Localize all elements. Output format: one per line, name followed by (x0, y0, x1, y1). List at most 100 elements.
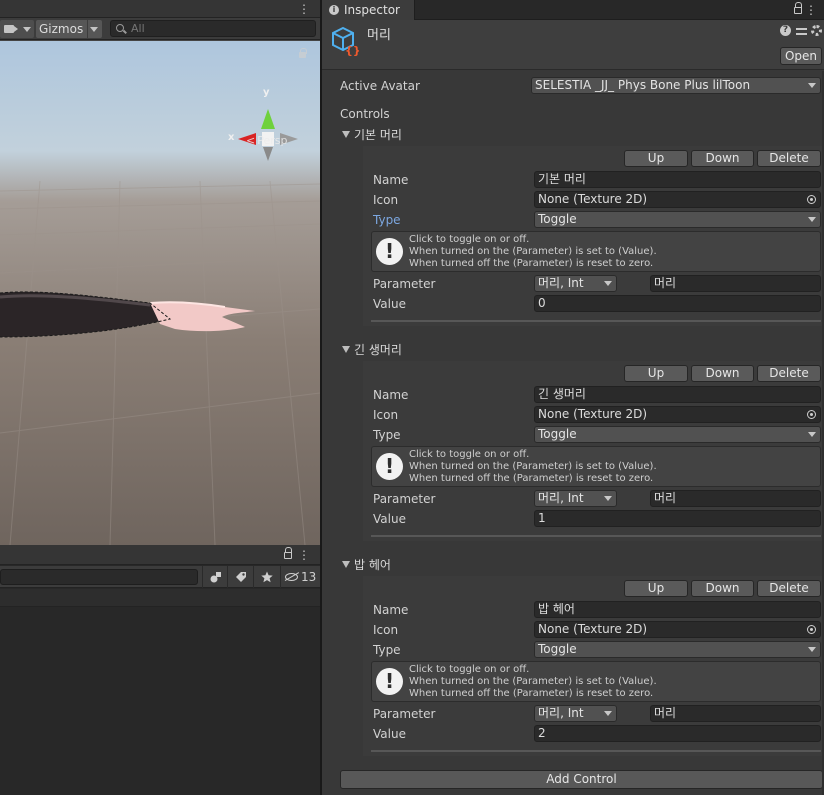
parameter-dropdown[interactable]: 머리, Int (534, 275, 617, 292)
object-picker-icon[interactable] (807, 625, 816, 634)
control-foldout[interactable]: 긴 생머리 (342, 341, 402, 358)
control-item: Up Down Delete Name 긴 생머리 Icon None (Tex… (363, 361, 823, 541)
more-options-icon[interactable]: ⋮ (298, 0, 310, 18)
move-up-button[interactable]: Up (624, 365, 688, 382)
parameter-dropdown[interactable]: 머리, Int (534, 705, 617, 722)
add-control-button[interactable]: Add Control (340, 770, 823, 789)
hierarchy-toolbar: 13 (0, 566, 320, 588)
chevron-down-icon (23, 27, 31, 32)
value-label: Value (373, 727, 406, 741)
orientation-gizmo[interactable]: y x (228, 87, 300, 163)
help-text: Click to toggle on or off. When turned on… (409, 449, 657, 484)
svg-text:{}: {} (345, 44, 359, 56)
move-up-button[interactable]: Up (624, 580, 688, 597)
scene-panel: ⋮ Gizmos All y x < Persp (0, 0, 320, 545)
lock-icon[interactable] (284, 547, 292, 559)
delete-button[interactable]: Delete (757, 365, 821, 382)
chevron-down-icon (808, 83, 816, 88)
chevron-down-icon (808, 432, 816, 437)
type-dropdown[interactable]: Toggle (534, 211, 821, 228)
gizmo-axes[interactable] (228, 89, 300, 163)
scene-visibility-button[interactable] (202, 566, 227, 588)
type-dropdown[interactable]: Toggle (534, 641, 821, 658)
hidden-objects-toggle[interactable]: 13 (280, 566, 320, 588)
controls-heading: Controls (340, 107, 390, 121)
list-item[interactable] (0, 589, 320, 607)
control-item: Up Down Delete Name 기본 머리 Icon None (Tex… (363, 146, 823, 326)
name-label: Name (373, 173, 409, 187)
move-down-button[interactable]: Down (691, 580, 754, 597)
icon-object-field[interactable]: None (Texture 2D) (534, 406, 821, 423)
name-label: Name (373, 603, 409, 617)
help-box: ! Click to toggle on or off. When turned … (371, 231, 821, 272)
help-box: ! Click to toggle on or off. When turned … (371, 446, 821, 487)
chevron-down-icon (808, 217, 816, 222)
delete-button[interactable]: Delete (757, 580, 821, 597)
name-field[interactable]: 긴 생머리 (534, 386, 821, 403)
parameter-dropdown[interactable]: 머리, Int (534, 490, 617, 507)
foldout-arrow-icon[interactable] (342, 561, 350, 568)
name-field[interactable]: 기본 머리 (534, 171, 821, 188)
lock-icon[interactable] (794, 2, 802, 14)
type-dropdown[interactable]: Toggle (534, 426, 821, 443)
camera-settings-button[interactable] (0, 20, 34, 38)
hierarchy-panel: ⋮ 13 (0, 545, 320, 795)
help-text: Click to toggle on or off. When turned on… (409, 234, 657, 269)
object-picker-icon[interactable] (807, 195, 816, 204)
tag-icon (236, 572, 246, 582)
icon-object-field[interactable]: None (Texture 2D) (534, 621, 821, 638)
value-field[interactable]: 1 (534, 510, 821, 527)
tab-inspector[interactable]: i Inspector (322, 0, 415, 20)
name-field[interactable]: 밥 헤어 (534, 601, 821, 618)
active-avatar-dropdown[interactable]: SELESTIA _JJ_ Phys Bone Plus lilToon (531, 77, 821, 94)
shapes-icon (210, 572, 221, 583)
move-down-button[interactable]: Down (691, 150, 754, 167)
parameter-name-field[interactable]: 머리 (650, 490, 821, 507)
star-icon (261, 571, 273, 583)
info-icon: i (329, 5, 339, 15)
control-foldout[interactable]: 기본 머리 (342, 126, 402, 143)
lock-icon[interactable] (299, 48, 307, 58)
favorites-button[interactable] (253, 566, 278, 588)
open-button[interactable]: Open (780, 47, 822, 65)
object-picker-icon[interactable] (807, 410, 816, 419)
parameter-name-field[interactable]: 머리 (650, 275, 821, 292)
move-up-button[interactable]: Up (624, 150, 688, 167)
help-box: ! Click to toggle on or off. When turned … (371, 661, 821, 702)
gizmos-button[interactable]: Gizmos (36, 20, 102, 38)
value-field[interactable]: 0 (534, 295, 821, 312)
projection-label[interactable]: Persp (246, 134, 287, 147)
gear-icon[interactable] (811, 25, 822, 36)
scene-viewport[interactable]: y x Persp (0, 41, 320, 545)
presets-icon[interactable] (796, 25, 807, 36)
chevron-down-icon (604, 281, 612, 286)
value-label: Value (373, 512, 406, 526)
camera-icon (4, 25, 18, 33)
parameter-name-field[interactable]: 머리 (650, 705, 821, 722)
help-text: Click to toggle on or off. When turned on… (409, 664, 657, 699)
scene-search-input[interactable] (131, 21, 311, 36)
control-title: 밥 헤어 (354, 558, 391, 572)
separator (371, 535, 821, 537)
gizmos-label: Gizmos (39, 22, 84, 36)
control-foldout[interactable]: 밥 헤어 (342, 556, 391, 573)
chevron-down-icon[interactable] (90, 27, 98, 32)
scene-search[interactable] (110, 20, 316, 37)
active-avatar-value: SELESTIA _JJ_ Phys Bone Plus lilToon (535, 78, 751, 92)
warning-icon: ! (376, 668, 403, 695)
icon-object-field[interactable]: None (Texture 2D) (534, 191, 821, 208)
foldout-arrow-icon[interactable] (342, 346, 350, 353)
more-options-icon[interactable]: ⋮ (805, 0, 817, 20)
foldout-arrow-icon[interactable] (342, 131, 350, 138)
type-label: Type (373, 643, 401, 657)
help-icon[interactable]: ? (780, 25, 791, 36)
warning-icon: ! (376, 238, 403, 265)
more-options-icon[interactable]: ⋮ (298, 545, 310, 565)
hierarchy-search-input[interactable] (0, 569, 198, 585)
label-filter-button[interactable] (227, 566, 252, 588)
delete-button[interactable]: Delete (757, 150, 821, 167)
value-field[interactable]: 2 (534, 725, 821, 742)
move-down-button[interactable]: Down (691, 365, 754, 382)
chevron-down-icon (604, 711, 612, 716)
axis-x-label: x (228, 132, 235, 143)
